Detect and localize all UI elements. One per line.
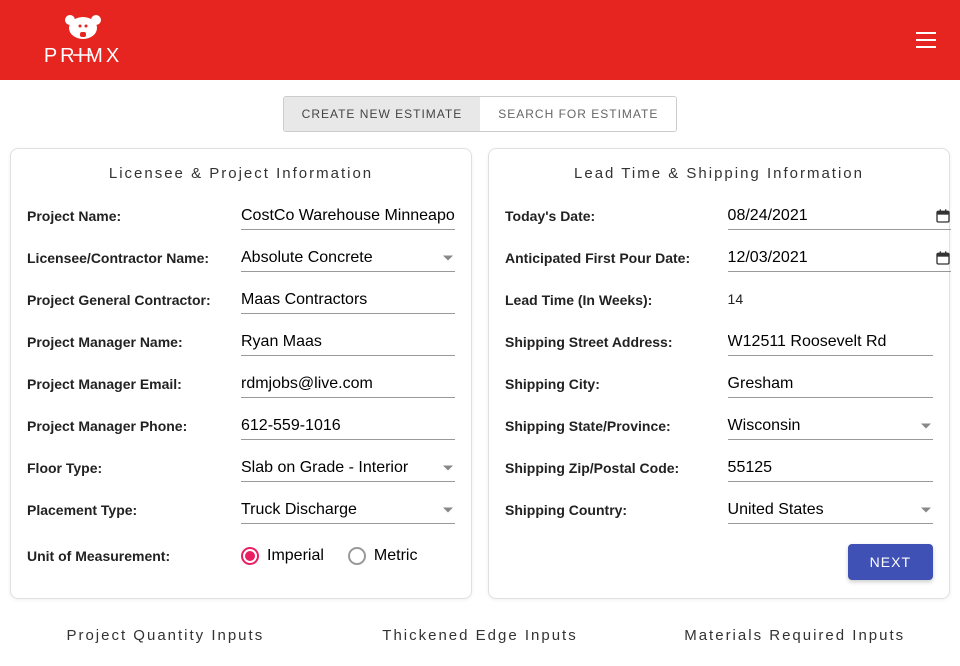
gc-input[interactable] [241,287,455,314]
calendar-icon [935,250,951,266]
svg-text:PRIMX: PRIMX [44,45,122,67]
brand-logo: PRIMX [24,12,142,68]
licensee-label: Licensee/Contractor Name: [27,250,241,266]
pm-phone-label: Project Manager Phone: [27,418,241,434]
tab-create-estimate[interactable]: CREATE NEW ESTIMATE [284,97,481,131]
licensee-select[interactable]: Absolute Concrete [241,245,455,272]
calendar-icon [935,208,951,224]
pour-date-label: Anticipated First Pour Date: [505,250,728,266]
licensee-project-card: Licensee & Project Information Project N… [10,148,472,599]
lead-time-label: Lead Time (In Weeks): [505,292,728,308]
pour-date-input[interactable] [728,245,935,271]
project-name-input[interactable] [241,203,455,230]
city-label: Shipping City: [505,376,728,392]
country-label: Shipping Country: [505,502,728,518]
zip-input[interactable] [728,455,933,482]
floor-type-select[interactable]: Slab on Grade - Interior [241,455,455,482]
unit-metric-label: Metric [374,547,418,565]
placement-type-label: Placement Type: [27,502,241,518]
next-button[interactable]: NEXT [848,544,933,580]
state-label: Shipping State/Province: [505,418,728,434]
pm-email-label: Project Manager Email: [27,376,241,392]
city-input[interactable] [728,371,933,398]
zip-label: Shipping Zip/Postal Code: [505,460,728,476]
radio-unchecked-icon [348,547,366,565]
lead-time-shipping-card: Lead Time & Shipping Information Today's… [488,148,950,599]
street-input[interactable] [728,329,933,356]
tab-search-estimate[interactable]: SEARCH FOR ESTIMATE [480,97,676,131]
gc-label: Project General Contractor: [27,292,241,308]
unit-label: Unit of Measurement: [27,548,241,564]
primx-logo-svg: PRIMX [24,12,142,68]
pm-name-input[interactable] [241,329,455,356]
today-date-label: Today's Date: [505,208,728,224]
menu-icon[interactable] [912,28,940,52]
shipping-card-title: Lead Time & Shipping Information [505,165,933,182]
app-header: PRIMX [0,0,960,80]
state-select[interactable]: Wisconsin [728,413,933,440]
materials-required-title: Materials Required Inputs [647,627,942,644]
country-select[interactable]: United States [728,497,933,524]
today-date-input[interactable] [728,203,935,229]
placement-type-select[interactable]: Truck Discharge [241,497,455,524]
tab-bar: CREATE NEW ESTIMATE SEARCH FOR ESTIMATE [0,96,960,132]
lead-time-value: 14 [728,291,744,307]
street-label: Shipping Street Address: [505,334,728,350]
project-name-label: Project Name: [27,208,241,224]
pm-email-input[interactable] [241,371,455,398]
pm-name-label: Project Manager Name: [27,334,241,350]
project-quantity-title: Project Quantity Inputs [18,627,313,644]
floor-type-label: Floor Type: [27,460,241,476]
unit-imperial-radio[interactable]: Imperial [241,547,324,565]
bottom-section-titles: Project Quantity Inputs Thickened Edge I… [0,599,960,644]
radio-checked-icon [241,547,259,565]
unit-imperial-label: Imperial [267,547,324,565]
unit-metric-radio[interactable]: Metric [348,547,418,565]
licensee-card-title: Licensee & Project Information [27,165,455,182]
thickened-edge-title: Thickened Edge Inputs [333,627,628,644]
pm-phone-input[interactable] [241,413,455,440]
